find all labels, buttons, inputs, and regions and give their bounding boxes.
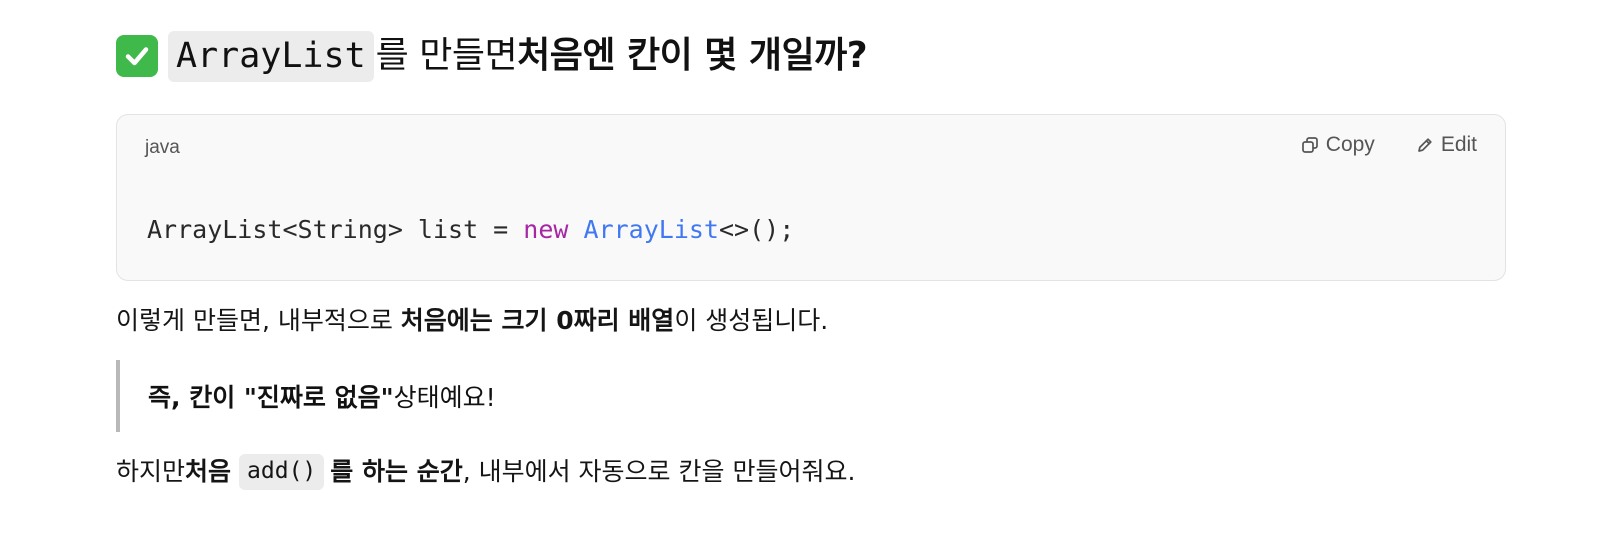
code-block: java Copy Edit ArrayList<String> list = … <box>116 114 1506 281</box>
inline-code-add: add() <box>239 454 325 490</box>
copy-button[interactable]: Copy <box>1300 133 1375 157</box>
paragraph-1-text-end: 이 생성됩니다. <box>674 306 829 335</box>
copy-label: Copy <box>1325 133 1375 156</box>
paragraph-1-bold: 처음에는 크기 0짜리 배열 <box>400 306 675 335</box>
copy-icon <box>1300 135 1320 155</box>
paragraph-1-text: 이렇게 만들면, 내부적으로 <box>116 306 401 335</box>
code-block-toolbar: Copy Edit <box>1300 133 1477 157</box>
paragraph-2-bold-2: 를 하는 순간 <box>330 456 463 486</box>
heading-text: 를 만들면 <box>375 35 518 76</box>
check-mark-button-icon <box>116 35 158 77</box>
paragraph-2-bold-1: 처음 <box>185 456 232 486</box>
code-text-end: <>(); <box>718 215 795 244</box>
paragraph-2-text-end: , 내부에서 자동으로 칸을 만들어줘요. <box>462 456 856 486</box>
paragraph-2-text: 하지만 <box>116 456 186 486</box>
heading-bold-text: 처음엔 칸이 몇 개일까? <box>517 35 868 76</box>
code-line: ArrayList<String> list = new ArrayList<>… <box>147 215 794 244</box>
section-heading: ArrayList 를 만들면 처음엔 칸이 몇 개일까? <box>116 26 868 86</box>
code-language-label: java <box>145 137 180 158</box>
code-type: ArrayList <box>583 215 719 244</box>
paragraph-2: 하지만 처음 add() 를 하는 순간, 내부에서 자동으로 칸을 만들어줘요. <box>116 454 855 490</box>
edit-label: Edit <box>1440 133 1477 156</box>
quote-text: 상태예요! <box>393 383 496 412</box>
heading-inline-code: ArrayList <box>168 30 374 82</box>
quote-bold: 즉, 칸이 "진짜로 없음" <box>148 383 394 412</box>
edit-button[interactable]: Edit <box>1415 133 1477 157</box>
code-text: ArrayList<String> list = <box>147 215 524 244</box>
paragraph-1: 이렇게 만들면, 내부적으로 처음에는 크기 0짜리 배열이 생성됩니다. <box>116 306 828 336</box>
code-keyword: new <box>523 215 569 244</box>
pencil-icon <box>1415 135 1435 155</box>
blockquote: 즉, 칸이 "진짜로 없음" 상태예요! <box>116 360 496 432</box>
